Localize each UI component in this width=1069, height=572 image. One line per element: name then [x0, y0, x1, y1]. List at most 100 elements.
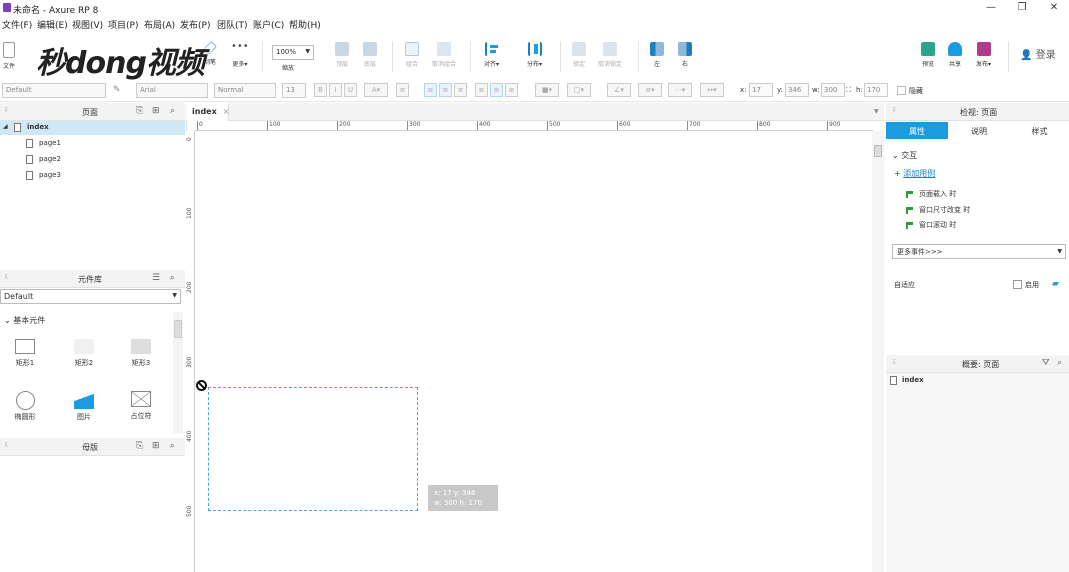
menu-view[interactable]: 视图(V): [72, 18, 103, 31]
size-select[interactable]: 13: [282, 83, 306, 98]
align-right-button[interactable]: ≡: [454, 83, 467, 97]
scroll-thumb[interactable]: [874, 145, 882, 157]
more-button[interactable]: ••• 更多▾: [231, 42, 249, 69]
shadow-button[interactable]: □▾: [567, 83, 591, 97]
search-icon[interactable]: ⌕: [1057, 358, 1062, 368]
line-color-button[interactable]: ∠▾: [607, 83, 631, 97]
menu-file[interactable]: 文件(F): [2, 18, 32, 31]
tab-list-icon[interactable]: ▼: [874, 108, 879, 115]
close-tab-icon[interactable]: ×: [223, 107, 230, 116]
add-page-icon[interactable]: ⎘: [136, 106, 143, 116]
left-pane-button[interactable]: 左: [650, 42, 664, 68]
italic-button[interactable]: I: [329, 83, 342, 97]
line-style-button[interactable]: ⋯▾: [668, 83, 692, 97]
bold-button[interactable]: B: [314, 83, 327, 97]
pen-button[interactable]: 钢笔: [202, 40, 218, 66]
pin-icon[interactable]: ⊼: [4, 107, 8, 114]
unlock-button[interactable]: 取消锁定: [598, 42, 622, 68]
close-icon[interactable]: ✕: [1037, 0, 1069, 16]
bullet-button[interactable]: ≡: [396, 83, 409, 97]
align-center-button[interactable]: ≡: [439, 83, 452, 97]
pin-icon[interactable]: ⊼: [892, 107, 896, 114]
font-select[interactable]: Arial: [136, 83, 208, 98]
lock-button[interactable]: 锁定: [572, 42, 586, 68]
event-window-resize[interactable]: 窗口尺寸改变 时: [906, 205, 970, 215]
widget-rect3[interactable]: 矩形3: [121, 339, 161, 368]
interactions-header[interactable]: ⌄ 交互: [892, 150, 917, 161]
minimize-icon[interactable]: —: [974, 0, 1008, 16]
align-left-button[interactable]: ≡: [424, 83, 437, 97]
scroll-thumb[interactable]: [174, 320, 182, 338]
widget-placeholder[interactable]: 占位符: [121, 391, 161, 421]
pin-icon[interactable]: ⊼: [892, 359, 896, 366]
h-field[interactable]: 170: [864, 83, 888, 97]
add-folder-icon[interactable]: ⊞: [152, 106, 160, 116]
ungroup-button[interactable]: 取消组合: [432, 42, 456, 68]
tab-index[interactable]: index ×: [187, 103, 229, 121]
tab-notes[interactable]: 说明: [948, 122, 1010, 139]
distribute-button[interactable]: 分布▾: [527, 42, 542, 68]
y-field[interactable]: 346: [785, 83, 809, 97]
menu-account[interactable]: 账户(C): [253, 18, 284, 31]
search-icon[interactable]: ⌕: [170, 106, 175, 116]
menu-team[interactable]: 团队(T): [217, 18, 248, 31]
tab-style[interactable]: 样式: [1010, 122, 1069, 139]
menu-publish[interactable]: 发布(P): [180, 18, 210, 31]
style-select[interactable]: Default: [2, 83, 106, 98]
preview-button[interactable]: 预览: [921, 42, 935, 68]
widget-image[interactable]: 图片: [64, 391, 104, 422]
arrow-style-button[interactable]: ↔▾: [700, 83, 724, 97]
right-pane-button[interactable]: 右: [678, 42, 692, 68]
canvas-scrollbar[interactable]: [872, 131, 884, 572]
menu-help[interactable]: 帮助(H): [289, 18, 321, 31]
restore-icon[interactable]: ❐: [1005, 0, 1039, 16]
more-events-select[interactable]: 更多事件>>> ▼: [892, 244, 1066, 259]
page-item-index[interactable]: ◢ index: [0, 121, 185, 135]
menu-edit[interactable]: 编辑(E): [37, 18, 68, 31]
collapse-arrow-icon[interactable]: ◢: [3, 123, 8, 130]
menu-layout[interactable]: 布局(A): [144, 18, 175, 31]
group-button[interactable]: 组合: [405, 42, 419, 68]
filter-icon[interactable]: ⛛: [1042, 358, 1050, 368]
hidden-checkbox[interactable]: [897, 86, 906, 95]
weight-select[interactable]: Normal: [214, 83, 276, 98]
valign-middle-button[interactable]: ≡: [490, 83, 503, 97]
drag-selection-rectangle[interactable]: [208, 387, 418, 511]
menu-project[interactable]: 项目(P): [108, 18, 138, 31]
widget-ellipse[interactable]: 椭圆形: [5, 391, 45, 422]
login-button[interactable]: 👤 登录: [1020, 46, 1056, 61]
share-button[interactable]: 共享: [948, 42, 962, 68]
widget-rect2[interactable]: 矩形2: [64, 339, 104, 368]
line-width-button[interactable]: ≡▾: [638, 83, 662, 97]
adaptive-enable-checkbox[interactable]: [1013, 280, 1022, 289]
add-folder-icon[interactable]: ⊞: [152, 441, 160, 451]
page-item-page2[interactable]: page2: [0, 153, 185, 167]
publish-button[interactable]: 发布▾: [976, 42, 991, 68]
underline-button[interactable]: U: [344, 83, 357, 97]
bring-top-button[interactable]: 顶层: [335, 42, 349, 68]
menu-icon[interactable]: ☰: [152, 273, 160, 283]
widget-rect1[interactable]: 矩形1: [5, 339, 45, 368]
devices-icon[interactable]: ▰: [1052, 279, 1059, 289]
page-item-page3[interactable]: page3: [0, 169, 185, 183]
fill-color-button[interactable]: ■▾: [535, 83, 559, 97]
library-scrollbar[interactable]: [173, 312, 183, 434]
add-master-icon[interactable]: ⎘: [136, 441, 143, 451]
event-page-load[interactable]: 页面载入 时: [906, 189, 956, 199]
valign-bottom-button[interactable]: ≡: [505, 83, 518, 97]
add-case-link[interactable]: + 添加用例: [894, 168, 935, 179]
align-button[interactable]: 对齐▾: [484, 42, 499, 68]
event-window-scroll[interactable]: 窗口滚动 时: [906, 220, 956, 230]
library-select[interactable]: Default ▼: [0, 289, 181, 304]
x-field[interactable]: 17: [749, 83, 773, 97]
zoom-select[interactable]: 100% ▼: [272, 45, 314, 60]
page-item-page1[interactable]: page1: [0, 137, 185, 151]
pin-icon[interactable]: ⊼: [4, 442, 8, 449]
tab-properties[interactable]: 属性: [886, 122, 948, 139]
style-edit-icon[interactable]: ✎: [113, 85, 121, 95]
file-button[interactable]: 文件: [3, 42, 15, 70]
search-icon[interactable]: ⌕: [170, 441, 175, 451]
send-bottom-button[interactable]: 底层: [363, 42, 377, 68]
pin-icon[interactable]: ⊼: [4, 274, 8, 281]
section-header[interactable]: ⌄ 基本元件: [4, 315, 45, 326]
